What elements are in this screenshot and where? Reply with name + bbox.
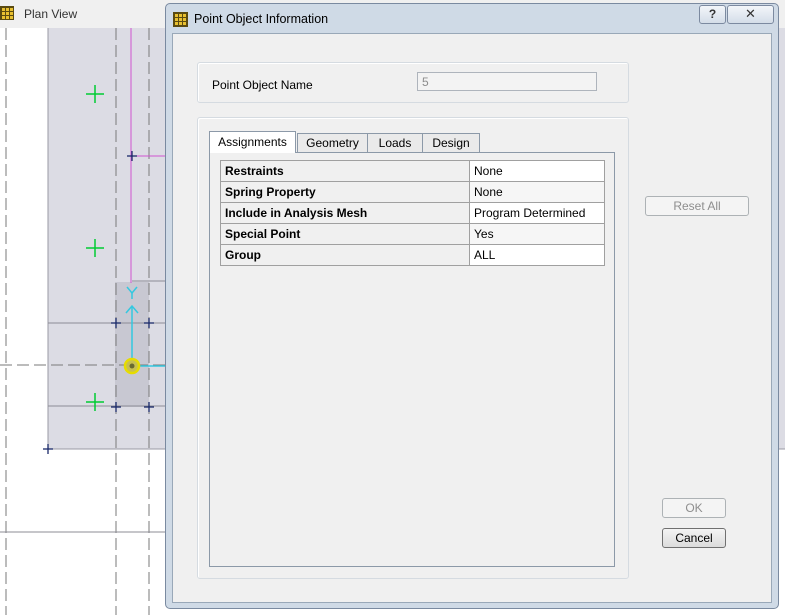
tab-assignments[interactable]: Assignments [209,131,296,153]
plan-view-title: Plan View [24,7,78,21]
dialog-title: Point Object Information [194,12,329,26]
row-value-group[interactable]: ALL [469,244,605,266]
dialog-client-area: Point Object Name Assignments Geometry L… [172,33,772,603]
table-row[interactable]: Special Point Yes [220,223,605,245]
table-row[interactable]: Restraints None [220,160,605,182]
point-object-name-input[interactable] [417,72,597,91]
tab-geometry[interactable]: Geometry [297,133,368,153]
point-object-information-dialog: Point Object Information ? ✕ Point Objec… [165,3,779,609]
table-row[interactable]: Group ALL [220,244,605,266]
row-value-special-point[interactable]: Yes [469,223,605,245]
row-key-spring-property: Spring Property [220,181,470,203]
cancel-button[interactable]: Cancel [662,528,726,548]
help-button[interactable]: ? [699,5,726,24]
row-key-analysis-mesh: Include in Analysis Mesh [220,202,470,224]
tab-loads[interactable]: Loads [367,133,423,153]
app-grid-icon [0,6,14,20]
assignments-grid: Restraints None Spring Property None Inc… [220,160,605,266]
tab-design[interactable]: Design [422,133,480,153]
row-value-restraints[interactable]: None [469,160,605,182]
close-button[interactable]: ✕ [727,5,774,24]
row-value-spring-property[interactable]: None [469,181,605,203]
dialog-titlebar[interactable]: Point Object Information ? ✕ [166,4,778,32]
row-key-special-point: Special Point [220,223,470,245]
table-row[interactable]: Include in Analysis Mesh Program Determi… [220,202,605,224]
app-grid-icon [173,12,188,27]
table-row[interactable]: Spring Property None [220,181,605,203]
ok-button[interactable]: OK [662,498,726,518]
row-key-restraints: Restraints [220,160,470,182]
row-key-group: Group [220,244,470,266]
point-object-name-label: Point Object Name [212,78,313,92]
reset-all-button[interactable]: Reset All [645,196,749,216]
row-value-analysis-mesh[interactable]: Program Determined [469,202,605,224]
